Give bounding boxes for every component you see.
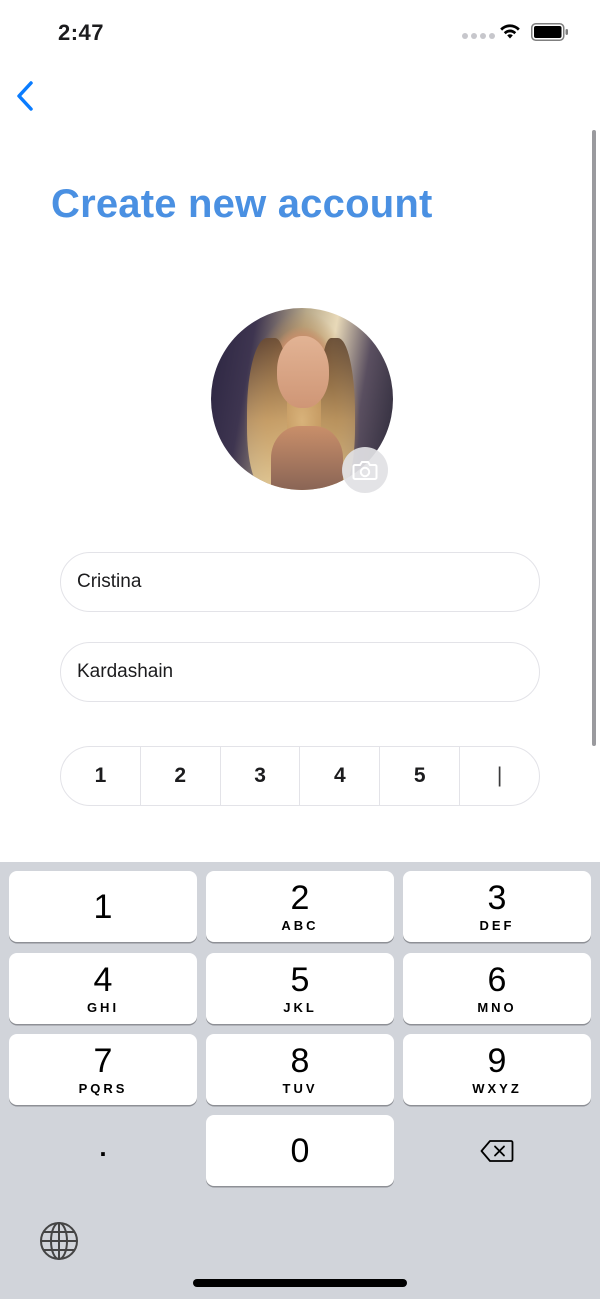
verification-code-field[interactable]: 1 2 3 4 5 | [60, 746, 540, 806]
key-0[interactable]: 0 [206, 1115, 394, 1186]
key-4[interactable]: 4 GHI [9, 953, 197, 1024]
key-digit: 5 [290, 960, 310, 999]
key-5[interactable]: 5 JKL [206, 953, 394, 1024]
code-digit-2[interactable]: 2 [141, 747, 221, 805]
key-7[interactable]: 7 PQRS [9, 1034, 197, 1105]
globe-icon[interactable] [38, 1220, 80, 1262]
key-digit: 0 [290, 1131, 310, 1170]
last-name-field[interactable]: Kardashain [60, 642, 540, 702]
key-digit: 2 [290, 878, 310, 917]
key-digit: 4 [93, 960, 113, 999]
key-letters: ABC [281, 917, 319, 933]
status-time: 2:47 [58, 20, 105, 45]
backspace-icon [480, 1139, 514, 1162]
key-digit: 8 [290, 1041, 310, 1080]
change-photo-button[interactable] [342, 447, 388, 493]
wifi-icon [500, 24, 520, 39]
page-title: Create new account [51, 182, 433, 226]
chevron-left-icon [17, 81, 33, 111]
key-digit: 7 [93, 1041, 113, 1080]
status-bar: 2:47 [0, 0, 600, 66]
camera-icon [352, 461, 378, 480]
home-indicator [193, 1279, 407, 1287]
scroll-indicator [592, 130, 596, 746]
key-letters: WXYZ [472, 1080, 522, 1096]
key-digit: 1 [93, 887, 113, 926]
battery-icon [531, 23, 568, 41]
first-name-field[interactable]: Cristina [60, 552, 540, 612]
key-9[interactable]: 9 WXYZ [403, 1034, 591, 1105]
key-2[interactable]: 2 ABC [206, 871, 394, 942]
code-digit-4[interactable]: 4 [300, 747, 381, 805]
key-digit: 9 [487, 1041, 507, 1080]
key-3[interactable]: 3 DEF [403, 871, 591, 942]
key-8[interactable]: 8 TUV [206, 1034, 394, 1105]
key-1[interactable]: 1 [9, 871, 197, 942]
delete-key[interactable] [403, 1115, 591, 1186]
key-6[interactable]: 6 MNO [403, 953, 591, 1024]
key-digit: 6 [487, 960, 507, 999]
key-decimal[interactable]: . [9, 1115, 197, 1186]
code-digit-1[interactable]: 1 [61, 747, 141, 805]
code-digit-6[interactable]: | [460, 747, 539, 805]
key-letters: TUV [282, 1080, 318, 1096]
signal-dots-icon [462, 33, 495, 39]
key-decimal-label: . [99, 1132, 107, 1162]
key-digit: 3 [487, 878, 507, 917]
key-letters: JKL [283, 999, 317, 1015]
key-letters: GHI [86, 999, 120, 1015]
back-button[interactable] [10, 78, 40, 114]
code-digit-5[interactable]: 5 [380, 747, 461, 805]
key-letters: PQRS [78, 1080, 128, 1096]
key-letters: DEF [479, 917, 515, 933]
code-digit-3[interactable]: 3 [221, 747, 301, 805]
key-letters: MNO [477, 999, 517, 1015]
